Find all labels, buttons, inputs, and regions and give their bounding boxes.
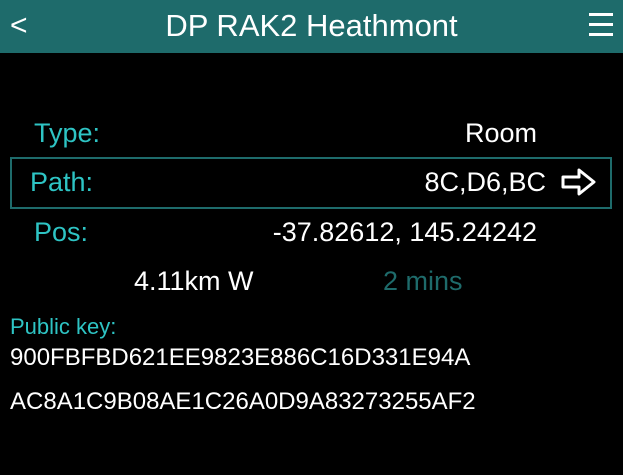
public-key-line-1: 900FBFBD621EE9823E886C16D331E94A (10, 344, 471, 371)
pos-value: -37.82612, 145.24242 (272, 217, 537, 247)
public-key-line-2: AC8A1C9B08AE1C26A0D9A83273255AF2 (10, 388, 476, 415)
hamburger-menu-icon[interactable] (589, 13, 613, 39)
header-bar: < DP RAK2 Heathmont (0, 0, 623, 53)
page-title: DP RAK2 Heathmont (165, 8, 458, 43)
path-label: Path: (30, 167, 94, 197)
public-key-label: Public key: (10, 314, 117, 339)
type-label: Type: (34, 118, 101, 148)
type-value: Room (464, 118, 537, 148)
distance-value: 4.11km W (134, 266, 254, 296)
age-value: 2 mins (383, 266, 463, 296)
path-value: 8C,D6,BC (424, 167, 546, 197)
arrow-right-outline-icon[interactable] (561, 167, 597, 197)
pos-label: Pos: (34, 217, 89, 247)
